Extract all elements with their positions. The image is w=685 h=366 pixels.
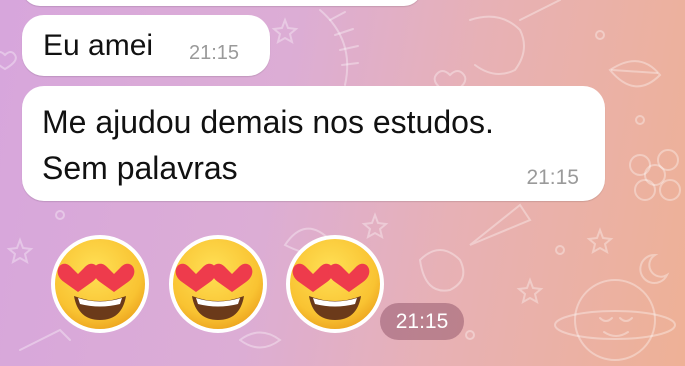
message-text-line: Sem palavras bbox=[42, 150, 238, 186]
message-text-line: Me ajudou demais nos estudos. bbox=[42, 104, 494, 140]
message-timestamp: 21:15 bbox=[189, 42, 240, 64]
message-bubble[interactable]: Me ajudou demais nos estudos. Sem palavr… bbox=[22, 86, 605, 201]
heart-eyes-icon[interactable] bbox=[50, 234, 150, 334]
previous-message-bubble[interactable] bbox=[22, 0, 422, 6]
heart-eyes-icon[interactable] bbox=[168, 234, 268, 334]
message-bubble[interactable]: Eu amei 21:15 bbox=[22, 15, 270, 76]
heart-eyes-icon[interactable] bbox=[285, 234, 385, 334]
emoji-message-timestamp: 21:15 bbox=[380, 303, 464, 340]
message-text: Eu amei bbox=[43, 29, 154, 62]
message-timestamp: 21:15 bbox=[526, 166, 579, 189]
